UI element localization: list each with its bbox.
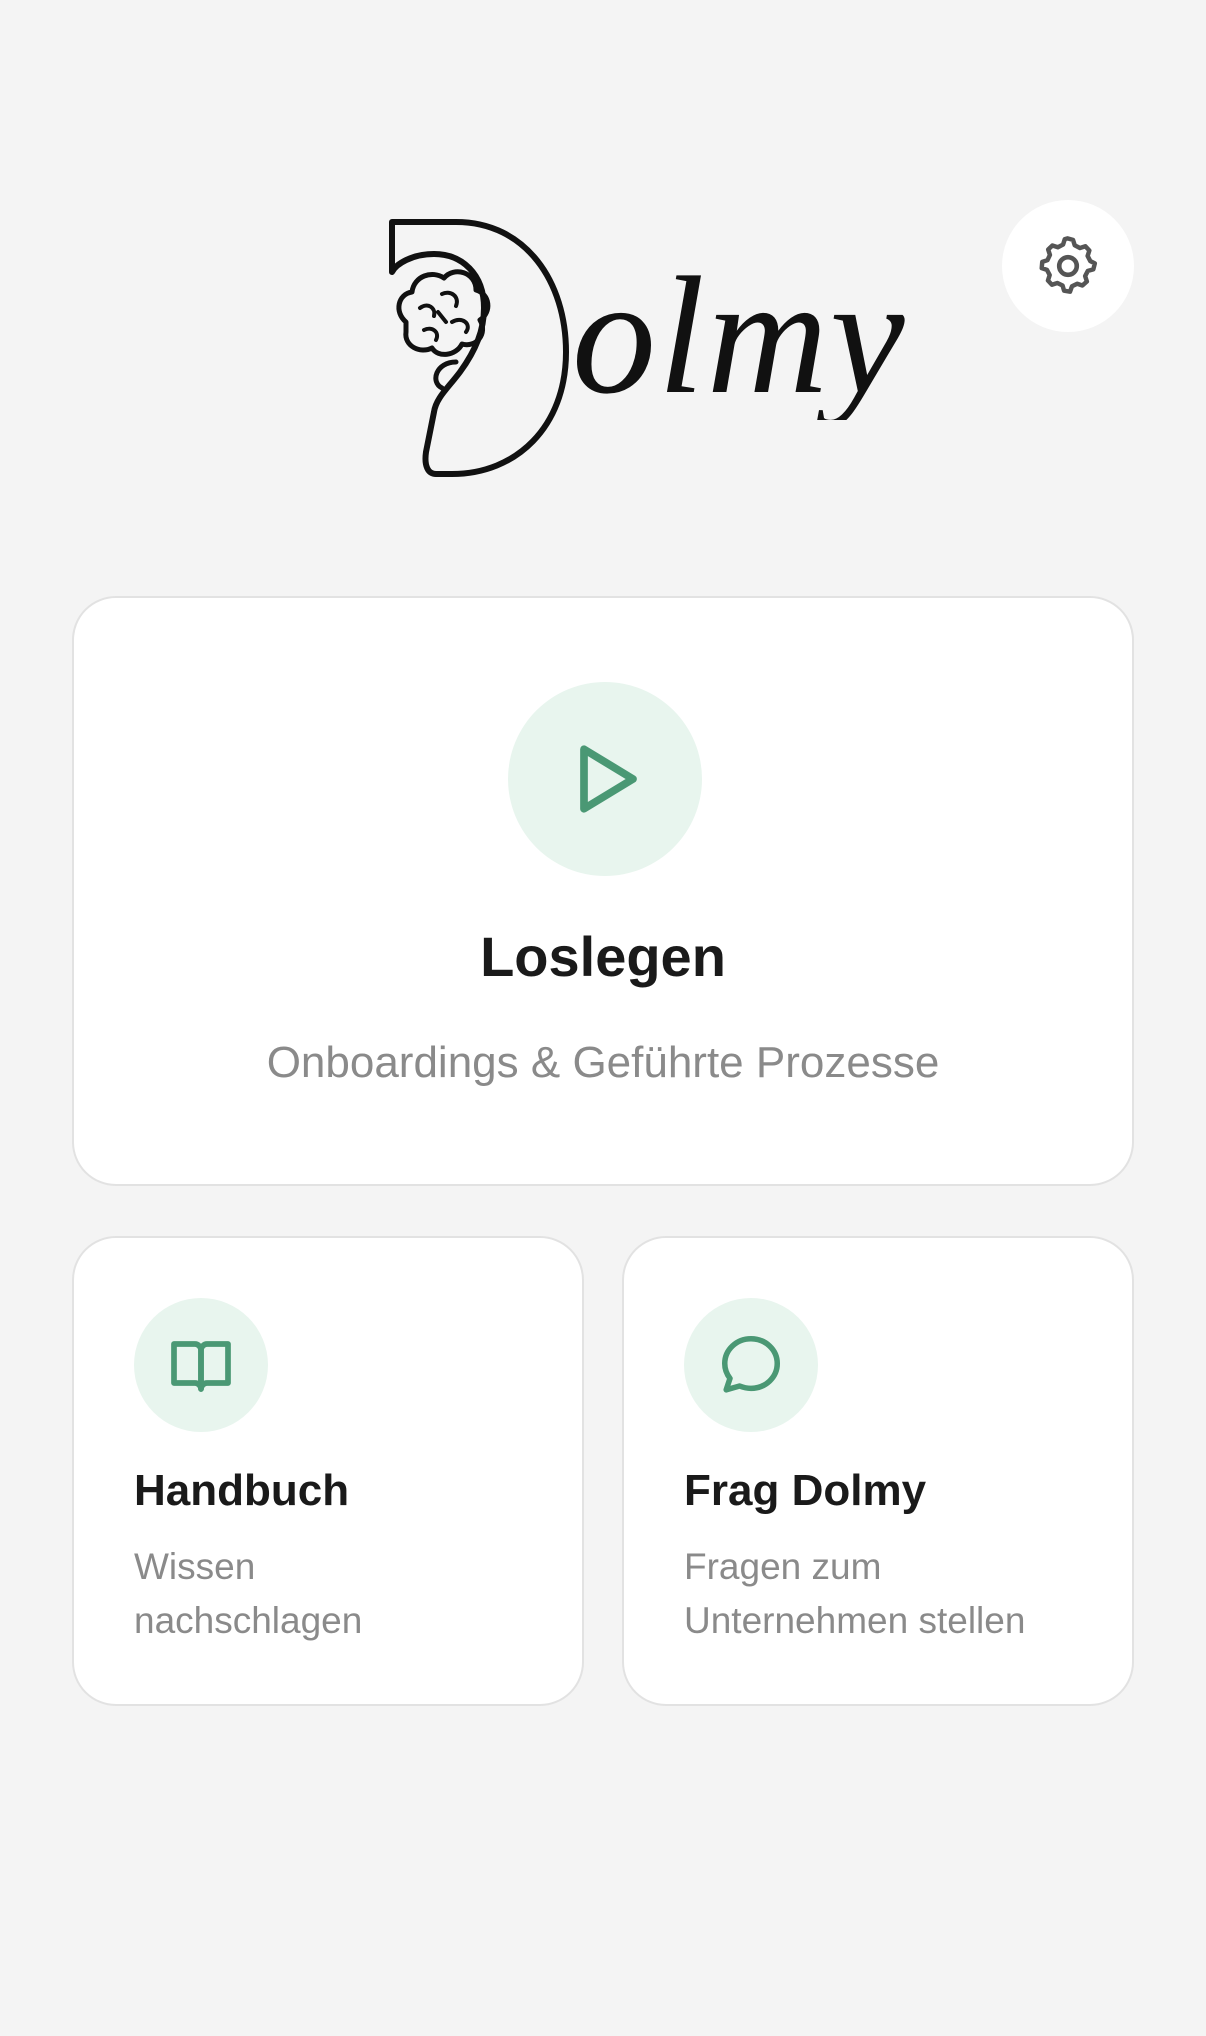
gear-icon [1039, 236, 1098, 294]
card-subtitle-line: Unternehmen stellen [684, 1600, 1026, 1641]
brand-name: Dolmy [572, 243, 907, 429]
ear-brain-logo-icon [389, 219, 569, 477]
handbuch-card[interactable]: Handbuch Wissen nachschlagen [72, 1236, 584, 1706]
card-title: Loslegen [480, 925, 726, 988]
card-title: Frag Dolmy [684, 1466, 927, 1515]
loslegen-card[interactable]: Loslegen Onboardings & Geführte Prozesse [72, 596, 1134, 1186]
book-icon [171, 1341, 231, 1392]
chat-bubble-icon [721, 1335, 781, 1393]
play-icon-circle [508, 682, 702, 876]
card-subtitle-line: nachschlagen [134, 1600, 363, 1641]
card-subtitle-line: Wissen [134, 1546, 256, 1587]
card-subtitle: Onboardings & Geführte Prozesse [266, 1038, 940, 1087]
frag-dolmy-card[interactable]: Frag Dolmy Fragen zum Unternehmen stelle… [622, 1236, 1134, 1706]
settings-button[interactable] [1002, 200, 1134, 332]
play-icon [580, 745, 637, 813]
card-subtitle: Wissen nachschlagen [134, 1540, 554, 1648]
card-subtitle-line: Fragen zum [684, 1546, 882, 1587]
card-subtitle: Fragen zum Unternehmen stellen [684, 1540, 1104, 1648]
card-title: Handbuch [134, 1466, 350, 1515]
chat-icon-circle [684, 1298, 818, 1432]
book-icon-circle [134, 1298, 268, 1432]
brand-logo: Dolmy [376, 212, 905, 492]
